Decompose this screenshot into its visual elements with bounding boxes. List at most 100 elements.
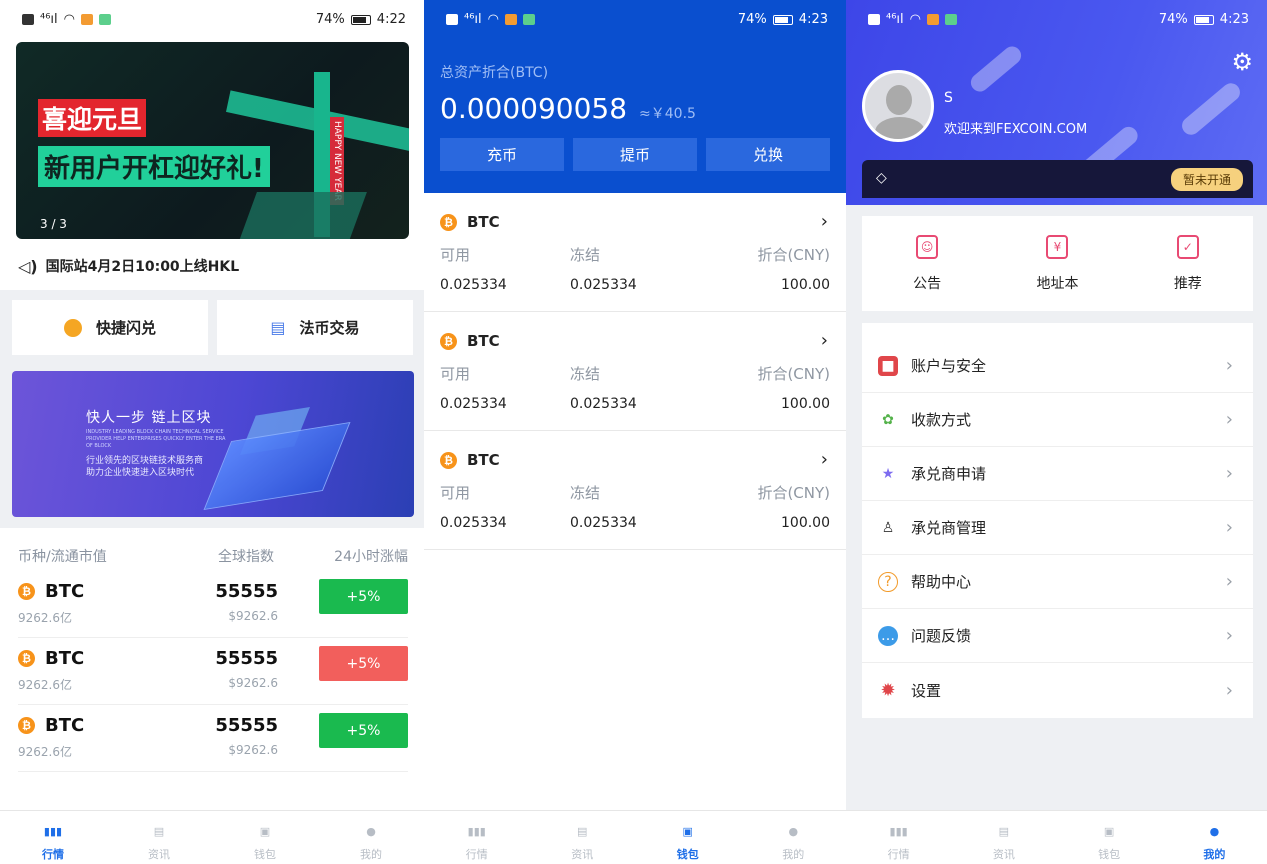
diamond-icon: ◇ [876, 170, 887, 186]
exchange-button[interactable]: 兑换 [706, 138, 830, 171]
table-row[interactable]: ₿ BTC 9262.6亿 55555 $9262.6 +5% [18, 638, 408, 705]
users-icon: ♙ [881, 519, 895, 536]
bitcoin-icon: ₿ [440, 332, 457, 350]
chevron-right-icon: › [1225, 571, 1233, 592]
menu-item-payment-method[interactable]: ✿ 收款方式 › [862, 393, 1253, 447]
tab-news[interactable]: ▤ 资讯 [951, 811, 1056, 864]
cny-label: 折合(CNY) [757, 246, 830, 264]
tab-news[interactable]: ▤ 资讯 [106, 811, 212, 864]
vip-bar: ◇ 暂未开通 [862, 160, 1253, 198]
available-label: 可用 [440, 484, 471, 502]
promo-english: INDUSTRY LEADING BLOCK CHAIN TECHNICAL S… [86, 429, 226, 449]
vip-open-button[interactable]: 暂未开通 [1170, 168, 1243, 191]
shortcut-grid: ☺ 公告 ¥ 地址本 ✓ 推荐 [862, 216, 1253, 311]
available-label: 可用 [440, 365, 471, 383]
clock: 4:23 [798, 12, 828, 27]
change-badge: +5% [319, 713, 408, 748]
table-row[interactable]: ₿ BTC 9262.6亿 55555 $9262.6 +5% [18, 571, 408, 638]
fiat-trade-button[interactable]: ▤ 法币交易 [217, 300, 413, 355]
menu-item-settings[interactable]: ✹ 设置 › [862, 663, 1253, 717]
banner-title: 喜迎元旦 [38, 99, 147, 137]
announcement-text: 国际站4月2日10:00上线HKL [45, 259, 240, 275]
tab-profile[interactable]: ● 我的 [318, 811, 424, 864]
chevron-right-icon: › [820, 330, 828, 351]
asset-symbol: BTC [467, 213, 500, 231]
profile-header: ⁴⁶ıl ◠ 74% 4:23 ⚙ S 欢迎来到FEXCOIN.COM ◇ 暂未… [846, 0, 1267, 205]
withdraw-button[interactable]: 提币 [573, 138, 697, 171]
tab-label: 资讯 [992, 848, 1015, 861]
bar-chart-icon: ▮▮▮ [467, 824, 486, 838]
address-book-shortcut[interactable]: ¥ 地址本 [992, 216, 1122, 311]
tab-news[interactable]: ▤ 资讯 [530, 811, 636, 864]
tab-market[interactable]: ▮▮▮ 行情 [424, 811, 530, 864]
battery-percent: 74% [737, 12, 767, 27]
chevron-right-icon: › [1225, 679, 1233, 701]
tab-label: 我的 [782, 848, 805, 861]
account-security-icon: ■ [878, 355, 898, 376]
frozen-label: 冻结 [570, 246, 601, 264]
quick-swap-button[interactable]: 快捷闪兑 [12, 300, 208, 355]
avatar[interactable] [862, 70, 934, 142]
app-notify-icon-2 [99, 14, 111, 25]
screens-collage: ⁴⁶ıl ◠ 74% 4:22 HAPPY NEW YEAR 喜迎元旦 新用户开… [0, 0, 1267, 864]
help-icon: ? [878, 571, 898, 592]
available-value: 0.025334 [440, 515, 507, 531]
tab-profile[interactable]: ● 我的 [741, 811, 847, 864]
market-cap: 9262.6亿 [18, 678, 72, 692]
total-assets-value: 0.000090058 [440, 92, 628, 125]
announcement-shortcut[interactable]: ☺ 公告 [862, 216, 992, 311]
chevron-right-icon: › [1225, 517, 1233, 538]
banner-subtitle: 新用户开杠迎好礼! [38, 146, 270, 187]
table-row[interactable]: ₿ BTC 9262.6亿 55555 $9262.6 +5% [18, 705, 408, 772]
user-icon: ● [788, 824, 799, 838]
header-index: 全球指数 [218, 549, 274, 565]
speaker-icon: ◁) [18, 256, 38, 276]
tab-wallet[interactable]: ▣ 钱包 [635, 811, 741, 864]
promo-banner[interactable]: 快人一步 链上区块 INDUSTRY LEADING BLOCK CHAIN T… [12, 371, 414, 517]
coin-symbol: BTC [45, 715, 85, 736]
carousel-pager: 3 / 3 [40, 217, 67, 231]
app-notify-icon-2 [523, 14, 535, 25]
asset-row[interactable]: ₿ BTC › 可用 冻结 折合(CNY) 0.025334 0.025334 1… [424, 193, 846, 312]
menu-item-acceptor-apply[interactable]: ★ 承兑商申请 › [862, 447, 1253, 501]
menu-item-acceptor-manage[interactable]: ♙ 承兑商管理 › [862, 501, 1253, 555]
header-decoration [1178, 79, 1244, 139]
frozen-value: 0.025334 [570, 277, 637, 293]
change-badge: +5% [319, 579, 408, 614]
profile-screen: ⁴⁶ıl ◠ 74% 4:23 ⚙ S 欢迎来到FEXCOIN.COM ◇ 暂未… [846, 0, 1267, 864]
tab-market[interactable]: ▮▮▮ 行情 [0, 811, 106, 864]
tab-label: 我的 [360, 848, 382, 861]
tab-label: 行情 [887, 848, 910, 861]
fiat-trade-label: 法币交易 [299, 319, 360, 337]
asset-row[interactable]: ₿ BTC › 可用 冻结 折合(CNY) 0.025334 0.025334 1… [424, 431, 846, 550]
welcome-text: 欢迎来到FEXCOIN.COM [944, 122, 1088, 137]
promo-carousel[interactable]: HAPPY NEW YEAR 喜迎元旦 新用户开杠迎好礼! 3 / 3 [16, 42, 409, 239]
available-value: 0.025334 [440, 277, 507, 293]
tab-wallet[interactable]: ▣ 钱包 [1057, 811, 1162, 864]
tab-wallet[interactable]: ▣ 钱包 [212, 811, 318, 864]
wifi-icon: ◠ [63, 12, 75, 27]
promo-line-1: 行业领先的区块链技术服务商 [86, 456, 204, 466]
menu-item-feedback[interactable]: … 问题反馈 › [862, 609, 1253, 663]
deposit-button[interactable]: 充币 [440, 138, 564, 171]
battery-percent: 74% [315, 12, 345, 27]
announcement-ticker[interactable]: ◁) 国际站4月2日10:00上线HKL [18, 256, 239, 276]
market-cap: 9262.6亿 [18, 611, 72, 625]
menu-item-account-security[interactable]: ■ 账户与安全 › [862, 339, 1253, 393]
tab-profile[interactable]: ● 我的 [1162, 811, 1267, 864]
chevron-right-icon: › [820, 449, 828, 470]
frozen-label: 冻结 [570, 484, 601, 502]
bitcoin-icon: ₿ [18, 583, 35, 600]
coin-symbol: BTC [45, 581, 85, 602]
app-notify-icon [81, 14, 93, 25]
menu-item-help-center[interactable]: ? 帮助中心 › [862, 555, 1253, 609]
user-icon: ● [366, 824, 376, 838]
tab-market[interactable]: ▮▮▮ 行情 [846, 811, 951, 864]
gear-icon[interactable]: ⚙ [1231, 48, 1253, 76]
shortcut-label: 推荐 [1173, 275, 1202, 292]
tab-label: 钱包 [254, 848, 276, 861]
header-coin: 币种/流通市值 [18, 549, 107, 565]
asset-row[interactable]: ₿ BTC › 可用 冻结 折合(CNY) 0.025334 0.025334 1… [424, 312, 846, 431]
recommend-shortcut[interactable]: ✓ 推荐 [1123, 216, 1253, 311]
app-notify-icon [927, 14, 939, 25]
